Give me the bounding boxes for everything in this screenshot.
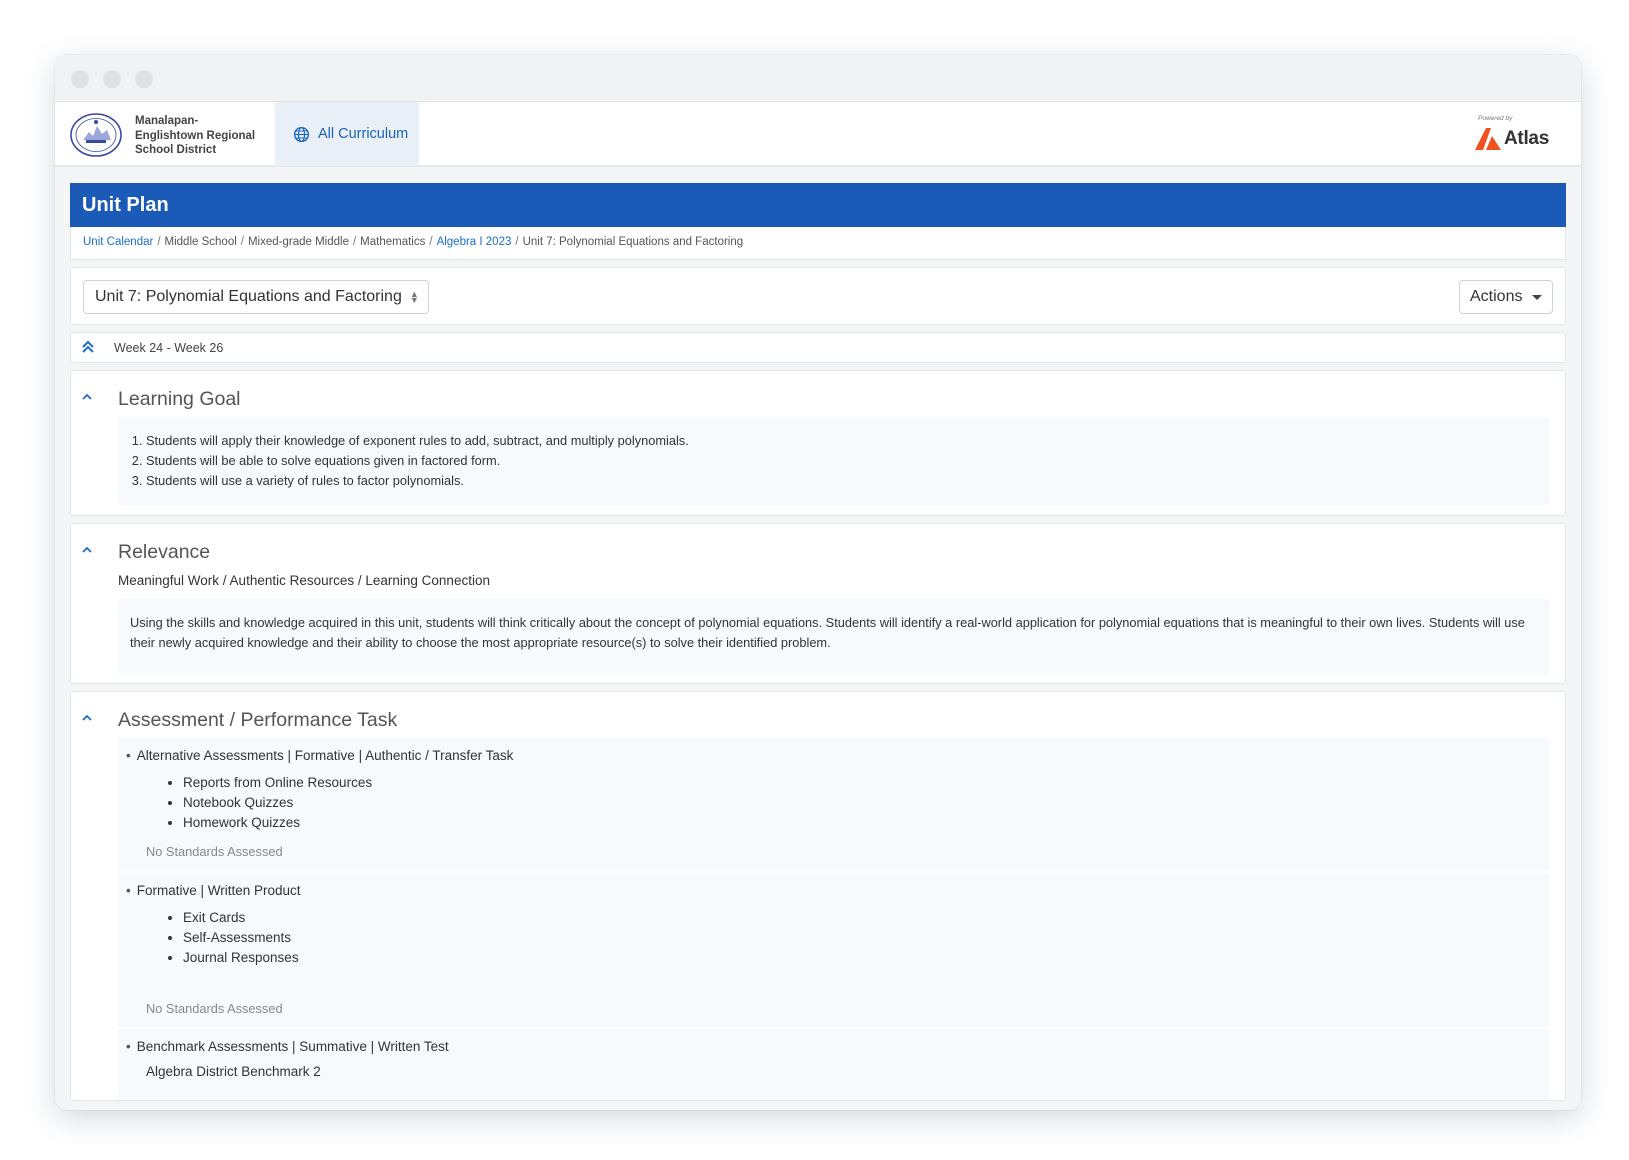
globe-icon xyxy=(293,126,310,142)
all-curriculum-label: All Curriculum xyxy=(318,126,409,142)
bullet: • xyxy=(126,883,131,898)
browser-window: Manalapan- Englishtown Regional School D… xyxy=(55,55,1581,1110)
breadcrumb-separator: / xyxy=(429,236,433,248)
assessment-block: • Formative | Written Product Exit Cards… xyxy=(118,873,1549,1029)
learning-goal-section: Learning Goal Students will apply their … xyxy=(70,370,1566,516)
bullet: • xyxy=(126,748,131,763)
district-name-line: Manalapan- xyxy=(135,115,199,127)
bullet: • xyxy=(126,1039,131,1054)
breadcrumb-separator: / xyxy=(240,236,244,248)
assessment-body: • Alternative Assessments | Formative | … xyxy=(118,738,1549,1100)
collapse-chevron-icon[interactable] xyxy=(81,714,93,722)
list-item: Students will apply their knowledge of e… xyxy=(146,431,1537,451)
assessment-items: Reports from Online Resources Notebook Q… xyxy=(126,773,1537,833)
assessment-subtitle: Algebra District Benchmark 2 xyxy=(146,1064,321,1079)
breadcrumb-algebra[interactable]: Algebra I 2023 xyxy=(437,236,512,248)
unit-select-value: Unit 7: Polynomial Equations and Factori… xyxy=(95,288,402,305)
list-item: Notebook Quizzes xyxy=(183,793,1537,813)
breadcrumb-mixed-grade: Mixed-grade Middle xyxy=(247,236,349,248)
sort-arrows-icon: ▲ ▼ xyxy=(409,289,419,305)
assessment-block: • Benchmark Assessments | Summative | Wr… xyxy=(118,1029,1549,1100)
learning-goal-list: Students will apply their knowledge of e… xyxy=(118,417,1549,505)
week-range-text: Week 24 - Week 26 xyxy=(114,341,224,355)
assessment-heading: • Alternative Assessments | Formative | … xyxy=(126,748,1537,763)
breadcrumb-separator: / xyxy=(515,236,519,248)
top-navigation: Manalapan- Englishtown Regional School D… xyxy=(55,102,1581,167)
relevance-subtitle: Meaningful Work / Authentic Resources / … xyxy=(118,573,490,588)
breadcrumb-mathematics: Mathematics xyxy=(360,236,426,248)
double-chevron-up-icon[interactable] xyxy=(81,340,95,354)
all-curriculum-tab[interactable]: All Curriculum xyxy=(275,102,419,166)
no-standards-text: No Standards Assessed xyxy=(146,844,283,859)
list-item: Reports from Online Resources xyxy=(183,773,1537,793)
list-item: Students will be able to solve equations… xyxy=(146,451,1537,471)
assessment-heading-text: Benchmark Assessments | Summative | Writ… xyxy=(136,1039,449,1054)
assessment-section: Assessment / Performance Task • Alternat… xyxy=(70,691,1566,1101)
breadcrumb-unit-calendar[interactable]: Unit Calendar xyxy=(83,236,153,248)
window-minimize-dot[interactable] xyxy=(103,70,121,88)
relevance-text: Using the skills and knowledge acquired … xyxy=(130,615,1525,650)
assessment-block: • Alternative Assessments | Formative | … xyxy=(118,738,1549,873)
week-range-row: Week 24 - Week 26 xyxy=(70,332,1566,363)
breadcrumb-separator: / xyxy=(352,236,357,248)
window-titlebar xyxy=(55,55,1581,102)
breadcrumb: Unit Calendar / Middle School / Mixed-grade … xyxy=(70,227,1566,260)
page-title: Unit Plan xyxy=(70,183,1566,227)
section-title: Learning Goal xyxy=(118,388,241,410)
learning-goal-body: Students will apply their knowledge of e… xyxy=(118,417,1549,505)
list-item: Journal Responses xyxy=(183,948,1537,968)
breadcrumb-current-unit: Unit 7: Polynomial Equations and Factori… xyxy=(522,236,744,248)
main-content: Unit Plan Unit Calendar / Middle School / Mi… xyxy=(70,183,1566,1101)
caret-down-icon xyxy=(1532,294,1543,300)
atlas-logo-icon xyxy=(1475,128,1501,150)
district-name: Manalapan- Englishtown Regional School D… xyxy=(135,114,265,158)
unit-selector-row: Unit 7: Polynomial Equations and Factori… xyxy=(70,267,1566,325)
no-standards-text: No Standards Assessed xyxy=(146,1001,283,1016)
list-item: Exit Cards xyxy=(183,908,1537,928)
assessment-heading-text: Alternative Assessments | Formative | Au… xyxy=(136,748,514,763)
relevance-body: Using the skills and knowledge acquired … xyxy=(118,599,1549,675)
breadcrumb-middle-school: Middle School xyxy=(164,236,237,248)
actions-label: Actions xyxy=(1470,288,1523,305)
district-seal-logo[interactable] xyxy=(69,112,123,158)
section-title: Relevance xyxy=(118,541,211,563)
assessment-heading-text: Formative | Written Product xyxy=(136,883,301,898)
atlas-brand-text: Atlas xyxy=(1504,128,1549,149)
assessment-heading: • Benchmark Assessments | Summative | Wr… xyxy=(126,1039,1537,1054)
assessment-heading: • Formative | Written Product xyxy=(126,883,1537,898)
atlas-brand[interactable]: Powered by Atlas xyxy=(1475,115,1555,155)
list-item: Self-Assessments xyxy=(183,928,1537,948)
assessment-items: Exit Cards Self-Assessments Journal Resp… xyxy=(126,908,1537,968)
actions-button[interactable]: Actions xyxy=(1459,280,1553,314)
collapse-chevron-icon[interactable] xyxy=(81,546,93,554)
window-maximize-dot[interactable] xyxy=(135,70,153,88)
collapse-chevron-icon[interactable] xyxy=(81,393,93,401)
section-title: Assessment / Performance Task xyxy=(118,709,398,731)
list-item: Students will use a variety of rules to … xyxy=(146,471,1537,491)
relevance-section: Relevance Meaningful Work / Authentic Re… xyxy=(70,523,1566,684)
unit-select-dropdown[interactable]: Unit 7: Polynomial Equations and Factori… xyxy=(83,280,429,314)
breadcrumb-separator: / xyxy=(157,236,161,248)
window-close-dot[interactable] xyxy=(71,70,89,88)
list-item: Homework Quizzes xyxy=(183,813,1537,833)
district-name-line: Englishtown Regional xyxy=(135,129,256,142)
district-name-line: School District xyxy=(135,144,217,156)
powered-by-text: Powered by xyxy=(1478,115,1513,122)
